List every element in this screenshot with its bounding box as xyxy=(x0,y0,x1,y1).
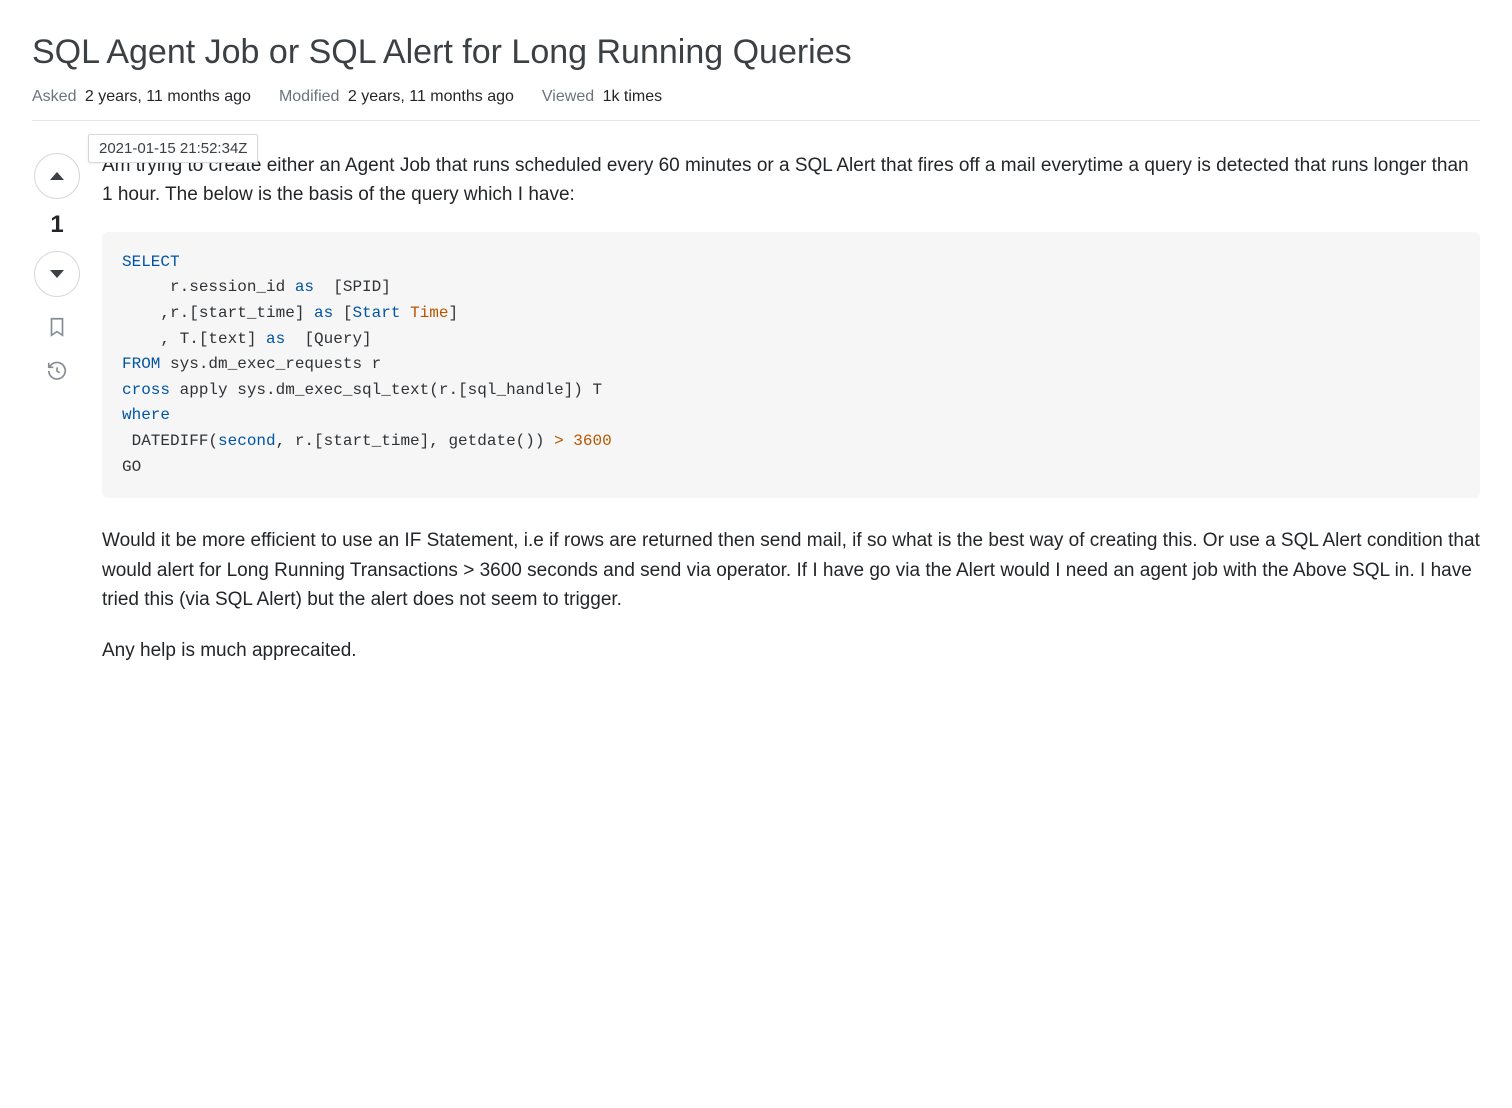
activity-button[interactable] xyxy=(43,357,71,385)
meta-modified: Modified 2 years, 11 months ago xyxy=(279,88,514,106)
code-text: ] xyxy=(448,304,458,322)
code-keyword: as xyxy=(295,278,314,296)
history-icon xyxy=(46,360,68,382)
code-block: SELECT r.session_id as [SPID] ,r.[start_… xyxy=(102,232,1480,498)
code-text: [Query] xyxy=(285,330,371,348)
code-text: r.session_id xyxy=(122,278,295,296)
vote-column: 1 xyxy=(32,151,82,688)
code-text: [SPID] xyxy=(314,278,391,296)
code-text xyxy=(564,432,574,450)
vote-count: 1 xyxy=(50,211,63,239)
code-keyword: Start xyxy=(352,304,400,322)
meta-viewed-label: Viewed xyxy=(542,88,594,105)
code-text: ,r.[start_time] xyxy=(122,304,314,322)
post-body: Am trying to create either an Agent Job … xyxy=(102,151,1480,688)
code-op: > xyxy=(554,432,564,450)
post-paragraph: Am trying to create either an Agent Job … xyxy=(102,151,1480,210)
post-paragraph: Any help is much apprecaited. xyxy=(102,636,1480,665)
code-text: apply sys.dm_exec_sql_text(r.[sql_handle… xyxy=(170,381,602,399)
downvote-button[interactable] xyxy=(34,251,80,297)
code-text: GO xyxy=(122,458,141,476)
post-paragraph: Would it be more efficient to use an IF … xyxy=(102,526,1480,614)
meta-asked-value[interactable]: 2 years, 11 months ago xyxy=(85,88,251,105)
code-keyword: as xyxy=(314,304,333,322)
meta-modified-value[interactable]: 2 years, 11 months ago xyxy=(348,88,514,105)
bookmark-icon xyxy=(46,316,68,338)
post-layout: 1 Am trying to create either an Agent Jo… xyxy=(32,151,1480,688)
meta-modified-label: Modified xyxy=(279,88,339,105)
code-text: DATEDIFF( xyxy=(122,432,218,450)
code-text xyxy=(400,304,410,322)
question-meta-row: Asked 2 years, 11 months ago Modified 2 … xyxy=(32,88,1480,121)
code-number: 3600 xyxy=(573,432,611,450)
upvote-button[interactable] xyxy=(34,153,80,199)
bookmark-button[interactable] xyxy=(43,313,71,341)
code-keyword: second xyxy=(218,432,276,450)
meta-viewed-value: 1k times xyxy=(603,88,663,105)
caret-down-icon xyxy=(49,266,65,282)
meta-asked: Asked 2 years, 11 months ago xyxy=(32,88,251,106)
code-keyword: FROM xyxy=(122,355,160,373)
caret-up-icon xyxy=(49,168,65,184)
code-keyword: where xyxy=(122,406,170,424)
code-keyword: as xyxy=(266,330,285,348)
code-text: , T.[text] xyxy=(122,330,266,348)
code-keyword: SELECT xyxy=(122,253,180,271)
code-text: sys.dm_exec_requests r xyxy=(160,355,381,373)
code-keyword: Time xyxy=(410,304,448,322)
code-text: , r.[start_time], getdate()) xyxy=(276,432,554,450)
code-keyword: cross xyxy=(122,381,170,399)
meta-viewed: Viewed 1k times xyxy=(542,88,662,106)
meta-asked-label: Asked xyxy=(32,88,76,105)
timestamp-tooltip: 2021-01-15 21:52:34Z xyxy=(88,134,258,163)
code-text: [ xyxy=(333,304,352,322)
question-title: SQL Agent Job or SQL Alert for Long Runn… xyxy=(32,30,1480,76)
